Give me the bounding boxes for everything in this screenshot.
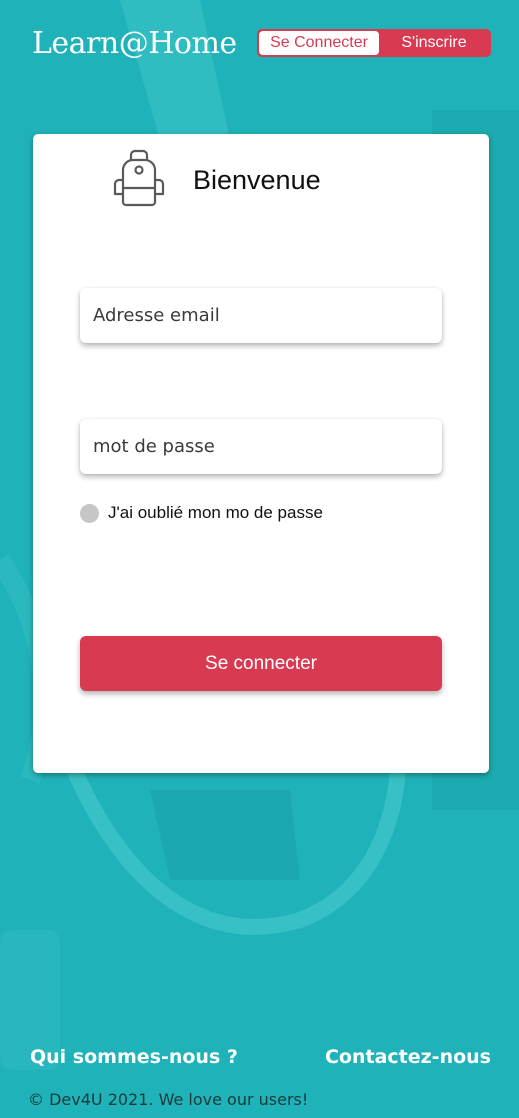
auth-switch: Se Connecter S'inscrire xyxy=(257,29,491,57)
forgot-password-label: J'ai oublié mon mo de passe xyxy=(108,503,323,522)
app-logo[interactable]: Learn@Home xyxy=(32,26,237,61)
about-link[interactable]: Qui sommes-nous ? xyxy=(30,1046,238,1068)
copyright-text: © Dev4U 2021. We love our users! xyxy=(28,1090,309,1109)
welcome-title: Bienvenue xyxy=(193,165,321,195)
forgot-password-radio[interactable] xyxy=(80,503,99,523)
email-field[interactable] xyxy=(80,288,442,343)
contact-link[interactable]: Contactez-nous xyxy=(325,1046,491,1068)
password-field[interactable] xyxy=(80,419,442,474)
tab-login[interactable]: Se Connecter xyxy=(259,31,379,55)
top-bar: Learn@Home Se Connecter S'inscrire xyxy=(0,0,519,90)
tab-signup[interactable]: S'inscrire xyxy=(379,31,489,55)
backpack-icon xyxy=(113,149,165,207)
login-button[interactable]: Se connecter xyxy=(80,636,442,691)
forgot-password-option[interactable]: J'ai oublié mon mo de passe xyxy=(80,503,323,523)
login-card: Bienvenue J'ai oublié mon mo de passe Se… xyxy=(33,134,489,773)
